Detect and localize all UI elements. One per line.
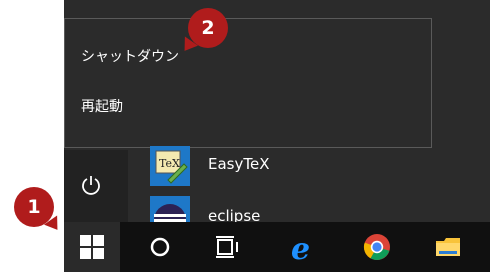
start-button[interactable] <box>64 222 120 272</box>
svg-text:TeX: TeX <box>159 157 180 170</box>
restart-label: 再起動 <box>81 99 123 115</box>
svg-text:e: e <box>291 233 310 261</box>
shutdown-label: シャットダウン <box>81 49 179 65</box>
annotation-badge-2: 2 <box>188 8 228 48</box>
task-view-icon[interactable] <box>214 233 242 261</box>
edge-browser-icon[interactable]: e <box>290 233 318 261</box>
easytex-app-label[interactable]: EasyTeX <box>208 154 269 174</box>
power-options-menu: シャットダウン 再起動 <box>64 18 432 148</box>
annotation-badge-1: 1 <box>14 187 54 227</box>
cortana-circle-icon[interactable] <box>146 233 174 261</box>
taskbar <box>64 222 490 272</box>
power-icon[interactable] <box>80 174 102 196</box>
file-explorer-icon[interactable] <box>434 233 462 261</box>
eclipse-icon[interactable] <box>150 196 190 222</box>
easytex-icon[interactable]: TeX <box>150 146 190 186</box>
chrome-browser-icon[interactable] <box>363 233 391 261</box>
shutdown-menu-item[interactable]: シャットダウン <box>81 47 179 67</box>
windows-start-icon <box>80 235 104 259</box>
restart-menu-item[interactable]: 再起動 <box>81 97 123 117</box>
